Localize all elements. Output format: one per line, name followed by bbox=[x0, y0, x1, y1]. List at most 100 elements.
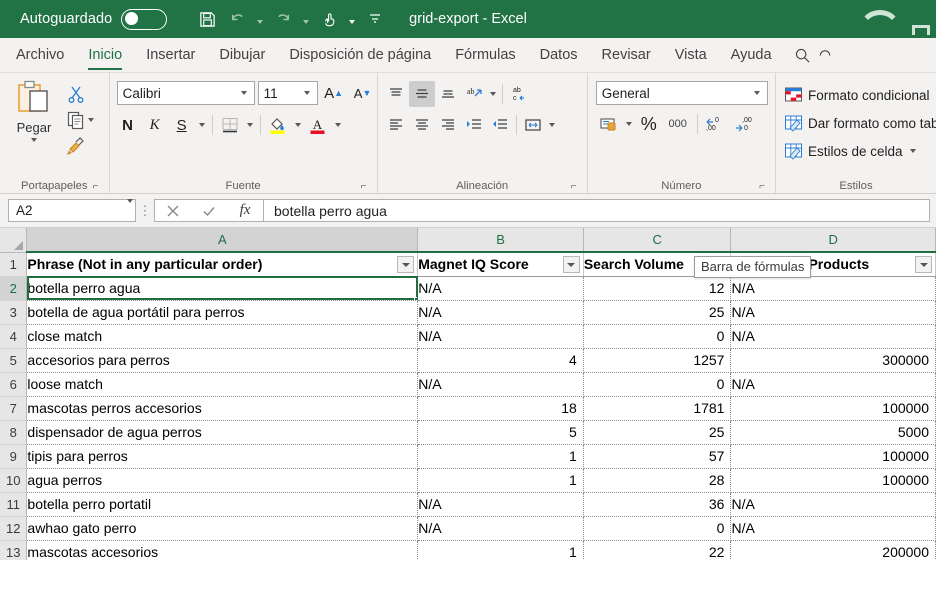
font-size-combobox[interactable]: 11 bbox=[257, 81, 318, 105]
tab-disposicion-de-pagina[interactable]: Disposición de página bbox=[277, 38, 443, 72]
cell-a8[interactable]: dispensador de agua perros bbox=[26, 420, 419, 445]
borders-button[interactable] bbox=[217, 112, 243, 138]
italic-button[interactable]: K bbox=[142, 112, 168, 138]
cell-a13[interactable]: mascotas accesorios bbox=[26, 540, 419, 560]
tab-ayuda[interactable]: Ayuda bbox=[719, 38, 784, 72]
align-center-button[interactable] bbox=[409, 112, 435, 138]
format-painter-button[interactable] bbox=[63, 133, 97, 158]
format-as-table-button[interactable]: Dar formato como tabla bbox=[781, 110, 936, 136]
fill-handle[interactable] bbox=[414, 296, 417, 299]
cell-a10[interactable]: agua perros bbox=[26, 468, 419, 493]
cell-b11[interactable]: N/A bbox=[417, 492, 584, 517]
increase-decimal-button[interactable]: 0,00 bbox=[702, 111, 730, 137]
cell-d5[interactable]: 300000 bbox=[730, 348, 936, 373]
align-right-button[interactable] bbox=[435, 112, 461, 138]
cell-b5[interactable]: 4 bbox=[417, 348, 584, 373]
cell-d11[interactable]: N/A bbox=[730, 492, 936, 517]
cell-d3[interactable]: N/A bbox=[730, 300, 936, 325]
wrap-text-button[interactable]: ab c bbox=[506, 81, 532, 107]
cell-d10[interactable]: 100000 bbox=[730, 468, 936, 493]
row-header[interactable]: 11 bbox=[0, 492, 28, 517]
conditional-formatting-button[interactable]: Formato condicional bbox=[781, 82, 936, 108]
column-header-c[interactable]: C bbox=[583, 228, 732, 253]
font-size-dropdown-icon[interactable] bbox=[299, 82, 315, 104]
cell-c9[interactable]: 57 bbox=[583, 444, 732, 469]
cell-a4[interactable]: close match bbox=[26, 324, 419, 349]
row-header[interactable]: 2 bbox=[0, 276, 28, 301]
cell-d7[interactable]: 100000 bbox=[730, 396, 936, 421]
cell-c3[interactable]: 25 bbox=[583, 300, 732, 325]
tab-datos[interactable]: Datos bbox=[528, 38, 590, 72]
cell-c10[interactable]: 28 bbox=[583, 468, 732, 493]
accounting-dropdown-icon[interactable] bbox=[623, 111, 635, 137]
cancel-icon[interactable] bbox=[155, 200, 191, 221]
row-header[interactable]: 3 bbox=[0, 300, 28, 325]
cell-a9[interactable]: tipis para perros bbox=[26, 444, 419, 469]
cell-c12[interactable]: 0 bbox=[583, 516, 732, 541]
cell-b7[interactable]: 18 bbox=[417, 396, 584, 421]
cell-c11[interactable]: 36 bbox=[583, 492, 732, 517]
save-icon[interactable] bbox=[193, 5, 221, 33]
align-bottom-button[interactable] bbox=[435, 81, 461, 107]
tab-dibujar[interactable]: Dibujar bbox=[207, 38, 277, 72]
cell-b12[interactable]: N/A bbox=[417, 516, 584, 541]
row-header[interactable]: 5 bbox=[0, 348, 28, 373]
tab-insertar[interactable]: Insertar bbox=[134, 38, 207, 72]
font-name-combobox[interactable]: Calibri bbox=[116, 81, 255, 105]
increase-indent-button[interactable] bbox=[487, 112, 513, 138]
filter-dropdown-icon-a[interactable] bbox=[397, 256, 415, 273]
tab-vista[interactable]: Vista bbox=[663, 38, 719, 72]
row-header[interactable]: 12 bbox=[0, 516, 28, 541]
align-middle-button[interactable] bbox=[408, 81, 435, 107]
row-header[interactable]: 7 bbox=[0, 396, 28, 421]
paste-button[interactable]: Pegar bbox=[5, 77, 63, 142]
cell-b9[interactable]: 1 bbox=[417, 444, 584, 469]
row-header-1[interactable]: 1 bbox=[0, 252, 28, 277]
cell-c8[interactable]: 25 bbox=[583, 420, 732, 445]
cell-c13[interactable]: 22 bbox=[583, 540, 732, 560]
fill-color-button[interactable] bbox=[265, 112, 291, 138]
number-dialog-launcher[interactable]: ⌐ bbox=[756, 181, 768, 193]
comma-style-button[interactable]: 000 bbox=[663, 111, 693, 137]
percent-style-button[interactable]: % bbox=[636, 111, 662, 137]
decrease-indent-button[interactable] bbox=[461, 112, 487, 138]
formula-input[interactable]: botella perro agua bbox=[263, 199, 930, 222]
cell-b10[interactable]: 1 bbox=[417, 468, 584, 493]
undo-dropdown-icon[interactable] bbox=[253, 5, 267, 33]
fill-color-dropdown-icon[interactable] bbox=[292, 112, 304, 138]
search-icon[interactable] bbox=[784, 38, 817, 72]
name-box-dropdown-icon[interactable] bbox=[127, 199, 133, 218]
orientation-button[interactable]: ab bbox=[461, 81, 487, 107]
cell-c5[interactable]: 1257 bbox=[583, 348, 732, 373]
cell-d9[interactable]: 100000 bbox=[730, 444, 936, 469]
ribbon-display-options-icon[interactable] bbox=[836, 6, 932, 36]
align-top-button[interactable] bbox=[383, 81, 409, 107]
cell-b4[interactable]: N/A bbox=[417, 324, 584, 349]
autosave-control[interactable]: Autoguardado bbox=[20, 8, 168, 30]
row-header[interactable]: 6 bbox=[0, 372, 28, 397]
cell-c4[interactable]: 0 bbox=[583, 324, 732, 349]
redo-dropdown-icon[interactable] bbox=[299, 5, 313, 33]
table-column-header-magnet-iq[interactable]: Magnet IQ Score bbox=[417, 251, 584, 277]
font-dialog-launcher[interactable]: ⌐ bbox=[358, 181, 370, 193]
increase-font-size-button[interactable]: A ▲ bbox=[321, 80, 347, 106]
font-color-button[interactable]: A bbox=[305, 112, 331, 138]
alignment-dialog-launcher[interactable]: ⌐ bbox=[568, 181, 580, 193]
cell-a12[interactable]: awhao gato perro bbox=[26, 516, 419, 541]
touch-mode-dropdown-icon[interactable] bbox=[345, 5, 359, 33]
filter-dropdown-icon-b[interactable] bbox=[562, 256, 580, 273]
table-column-header-phrase[interactable]: Phrase (Not in any particular order) bbox=[26, 251, 419, 277]
copy-button[interactable] bbox=[63, 107, 97, 132]
align-left-button[interactable] bbox=[383, 112, 409, 138]
check-icon[interactable] bbox=[191, 200, 227, 221]
row-header[interactable]: 13 bbox=[0, 540, 28, 560]
redo-icon[interactable] bbox=[269, 5, 297, 33]
column-header-a[interactable]: A bbox=[26, 228, 419, 253]
cell-d2[interactable]: N/A bbox=[730, 276, 936, 301]
cell-c2[interactable]: 12 bbox=[583, 276, 732, 301]
filter-dropdown-icon-d[interactable] bbox=[915, 256, 932, 273]
cell-a11[interactable]: botella perro portatil bbox=[26, 492, 419, 517]
select-all-corner[interactable] bbox=[0, 228, 28, 253]
customize-qat-icon[interactable] bbox=[361, 5, 389, 33]
cell-a6[interactable]: loose match bbox=[26, 372, 419, 397]
